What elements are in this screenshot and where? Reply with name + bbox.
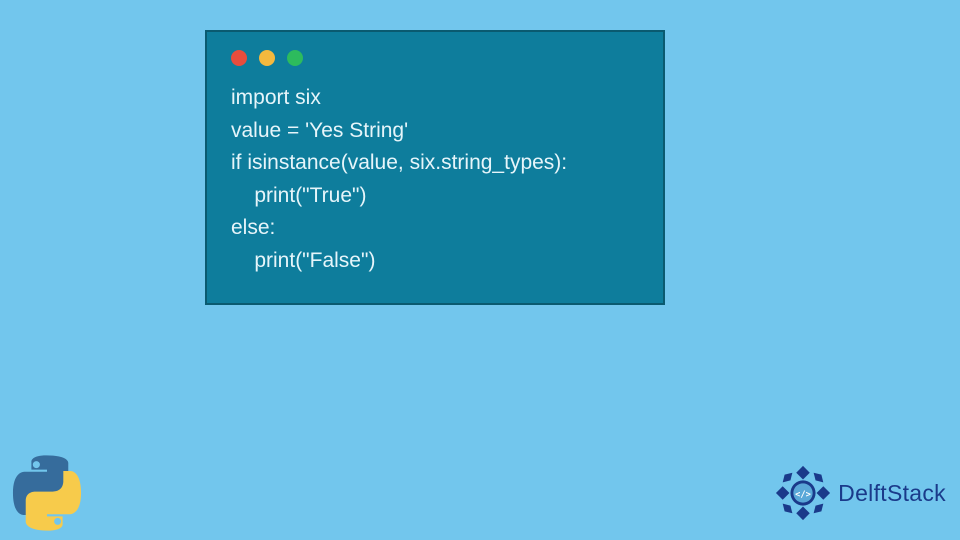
delftstack-badge-icon: </> xyxy=(774,464,832,522)
code-block: import six value = 'Yes String' if isins… xyxy=(231,82,639,277)
delftstack-logo: </> DelftStack xyxy=(774,464,946,522)
window-traffic-lights xyxy=(231,50,639,66)
maximize-icon xyxy=(287,50,303,66)
svg-text:</>: </> xyxy=(795,490,811,500)
minimize-icon xyxy=(259,50,275,66)
code-window: import six value = 'Yes String' if isins… xyxy=(205,30,665,305)
close-icon xyxy=(231,50,247,66)
python-logo-icon xyxy=(8,454,86,532)
delftstack-label: DelftStack xyxy=(838,480,946,507)
